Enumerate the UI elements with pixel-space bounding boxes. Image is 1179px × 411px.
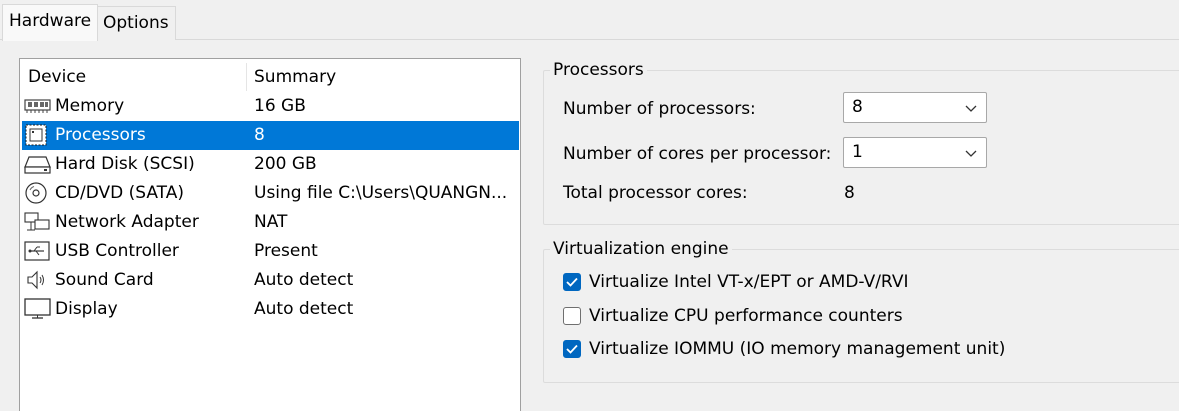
device-name: Processors (55, 125, 146, 145)
device-row-usb-controller[interactable]: USB Controller Present (20, 237, 520, 266)
chevron-down-icon (965, 105, 977, 112)
device-summary: Auto detect (254, 299, 354, 319)
device-name: Hard Disk (SCSI) (55, 154, 195, 174)
device-name: USB Controller (55, 241, 179, 261)
cd-dvd-icon (24, 182, 52, 204)
vtx-checkbox-row[interactable]: Virtualize Intel VT-x/EPT or AMD-V/RVI (563, 270, 983, 296)
cores-per-processor-label: Number of cores per processor: (563, 144, 832, 164)
device-row-hard-disk[interactable]: Hard Disk (SCSI) 200 GB (20, 150, 520, 179)
device-summary: Using file C:\Users\QUANGN... (254, 183, 508, 203)
device-summary: Present (254, 241, 318, 261)
processors-group-title: Processors (550, 59, 647, 81)
iommu-checkbox-label: Virtualize IOMMU (IO memory management u… (589, 339, 1006, 359)
usb-controller-icon (24, 240, 52, 262)
device-summary: 16 GB (254, 96, 306, 116)
cpu-counters-checkbox[interactable] (563, 307, 581, 325)
iommu-checkbox-row[interactable]: Virtualize IOMMU (IO memory management u… (563, 337, 1023, 363)
monitor-icon (24, 298, 52, 320)
device-row-memory[interactable]: Memory 16 GB (20, 92, 520, 121)
column-header-device[interactable]: Device (28, 65, 86, 89)
device-name: CD/DVD (SATA) (55, 183, 184, 203)
iommu-checkbox[interactable] (563, 340, 581, 358)
memory-icon (24, 95, 52, 117)
processors-group: Processors Number of processors: 8 Numbe… (543, 59, 1179, 225)
num-processors-label: Number of processors: (563, 99, 756, 119)
device-row-display[interactable]: Display Auto detect (20, 295, 520, 324)
device-name: Sound Card (55, 270, 154, 290)
device-row-cd-dvd[interactable]: CD/DVD (SATA) Using file C:\Users\QUANGN… (20, 179, 520, 208)
column-divider[interactable] (246, 63, 247, 91)
network-adapter-icon (24, 211, 52, 233)
total-cores-label: Total processor cores: (563, 183, 748, 203)
cpu-counters-checkbox-label: Virtualize CPU performance counters (589, 306, 903, 326)
virtualization-group-title: Virtualization engine (550, 238, 732, 260)
cores-per-processor-select[interactable]: 1 (843, 137, 987, 168)
device-row-network-adapter[interactable]: Network Adapter NAT (20, 208, 520, 237)
num-processors-value: 8 (852, 97, 863, 117)
tab-hardware[interactable]: Hardware (2, 4, 99, 41)
device-row-sound-card[interactable]: Sound Card Auto detect (20, 266, 520, 295)
device-summary: NAT (254, 212, 288, 232)
cpu-counters-checkbox-row[interactable]: Virtualize CPU performance counters (563, 304, 983, 330)
chevron-down-icon (965, 150, 977, 157)
processor-icon (24, 124, 52, 146)
device-summary: 8 (254, 125, 265, 145)
tab-options[interactable]: Options (96, 6, 176, 40)
cores-per-processor-value: 1 (852, 142, 863, 162)
vtx-checkbox-label: Virtualize Intel VT-x/EPT or AMD-V/RVI (589, 272, 909, 292)
tab-strip: Hardware Options (0, 0, 1179, 41)
device-row-processors[interactable]: Processors 8 (22, 121, 519, 150)
vtx-checkbox[interactable] (563, 273, 581, 291)
vm-settings-window: Hardware Options Device Summary Memory 1… (0, 0, 1179, 411)
total-cores-value: 8 (844, 183, 855, 203)
device-name: Display (55, 299, 118, 319)
device-list[interactable]: Device Summary Memory 16 GB Processors 8… (19, 58, 521, 411)
virtualization-engine-group: Virtualization engine Virtualize Intel V… (543, 238, 1179, 383)
speaker-icon (24, 269, 52, 291)
device-summary: 200 GB (254, 154, 317, 174)
device-name: Memory (55, 96, 125, 116)
num-processors-select[interactable]: 8 (843, 92, 987, 123)
device-name: Network Adapter (55, 212, 199, 232)
device-summary: Auto detect (254, 270, 354, 290)
hard-disk-icon (24, 153, 52, 175)
column-header-summary[interactable]: Summary (254, 65, 336, 89)
